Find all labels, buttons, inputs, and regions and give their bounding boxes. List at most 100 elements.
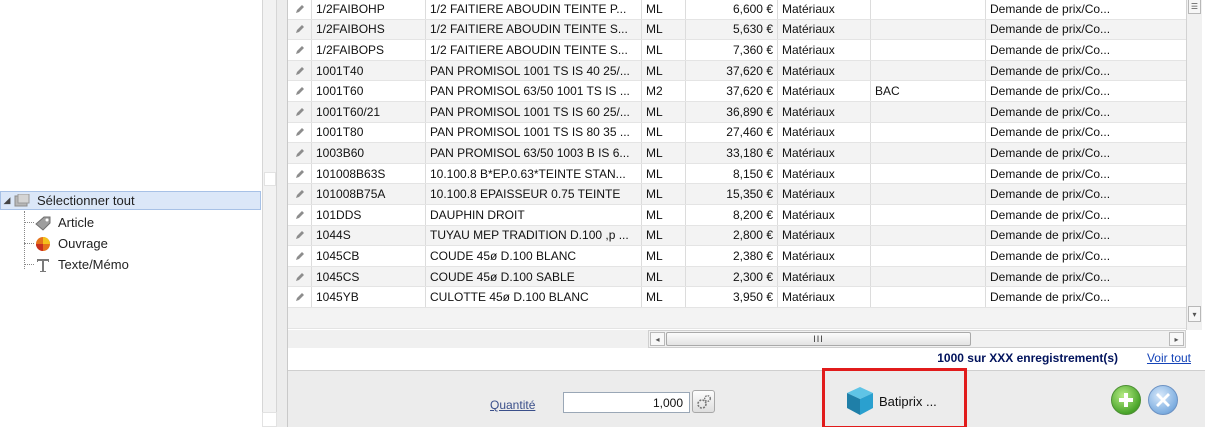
ouvrage-icon: [34, 236, 52, 252]
unit-cell: ML: [642, 143, 686, 163]
table-row[interactable]: 1001T80 PAN PROMISOL 1001 TS IS 80 35 ...…: [288, 122, 1186, 144]
unit-cell: ML: [642, 266, 686, 287]
table-row[interactable]: 101DDS DAUPHIN DROIT ML 8,200 € Matériaux Dem…: [288, 205, 1186, 226]
unit-cell: ML: [642, 60, 686, 81]
extra-cell: [871, 102, 986, 122]
code-cell: 1044S: [312, 225, 426, 246]
cancel-button[interactable]: [1148, 385, 1178, 415]
table-row[interactable]: 1045CS COUDE 45ø D.100 SABLE ML 2,300 € Maté…: [288, 266, 1186, 288]
batiprix-highlight: Batiprix ...: [822, 368, 967, 427]
select-all-icon: [13, 193, 31, 209]
tree-label: Ouvrage: [58, 236, 108, 251]
libelle-cell: DAUPHIN DROIT: [426, 205, 642, 225]
pencil-icon: [288, 246, 312, 266]
extra-cell: [871, 122, 986, 143]
table-row[interactable]: 1045CB COUDE 45ø D.100 BLANC ML 2,380 € Maté…: [288, 246, 1186, 267]
pencil-icon: [288, 163, 312, 184]
table-row[interactable]: 1045YB CULOTTE 45ø D.100 BLANC ML 3,950 € Ma…: [288, 287, 1186, 308]
table-row[interactable]: 1001T60/21 PAN PROMISOL 1001 TS IS 60 25/…: [288, 102, 1186, 123]
code-cell: 101008B63S: [312, 163, 426, 184]
table-row[interactable]: 1001T40 PAN PROMISOL 1001 TS IS 40 25/...…: [288, 60, 1186, 82]
demande-cell: Demande de prix/Co...: [990, 63, 1111, 78]
code-cell: 1/2FAIBOHP: [312, 0, 426, 19]
splitter-handle: [264, 172, 276, 186]
price-cell: 8,150 €: [686, 163, 778, 184]
table-row[interactable]: 1/2FAIBOHP 1/2 FAITIERE ABOUDIN TEINTE P.…: [288, 0, 1186, 20]
grid-vertical-scrollbar[interactable]: ☰ ▾: [1186, 0, 1202, 330]
unit-cell: ML: [642, 184, 686, 204]
tree-item-ouvrage[interactable]: Ouvrage: [34, 234, 108, 253]
demande-cell: Demande de prix/Co...: [990, 228, 1111, 243]
type-cell: Matériaux: [778, 19, 871, 40]
price-cell: 15,350 €: [686, 184, 778, 204]
type-cell: Matériaux: [778, 266, 871, 287]
libelle-cell: CULOTTE 45ø D.100 BLANC: [426, 287, 642, 307]
type-cell: Matériaux: [778, 225, 871, 246]
panel-splitter[interactable]: [262, 0, 277, 427]
libelle-cell: 1/2 FAITIERE ABOUDIN TEINTE S...: [426, 40, 642, 60]
add-button[interactable]: [1111, 385, 1141, 415]
extra-cell: [871, 40, 986, 60]
price-cell: 7,360 €: [686, 40, 778, 60]
demande-cell: Demande de prix/Co...: [990, 22, 1111, 37]
scroll-thumb-icon[interactable]: ☰: [1188, 0, 1201, 14]
code-cell: 1045CB: [312, 246, 426, 266]
unit-cell: ML: [642, 287, 686, 307]
tree-item-select-all[interactable]: ◢ Sélectionner tout: [0, 191, 261, 210]
libelle-cell: 10.100.8 B*EP.0.63*TEINTE STAN...: [426, 163, 642, 184]
app-window: ◢ Sélectionner tout Article Ouvrage Text…: [0, 0, 1205, 427]
table-row[interactable]: 1/2FAIBOPS 1/2 FAITIERE ABOUDIN TEINTE S.…: [288, 40, 1186, 61]
tree-item-texte-memo[interactable]: Texte/Mémo: [34, 255, 129, 274]
demande-cell: Demande de prix/Co...: [990, 248, 1111, 263]
quantite-input[interactable]: [563, 392, 690, 413]
extra-cell: [871, 184, 986, 204]
plus-icon: [1119, 393, 1133, 407]
demande-cell: Demande de prix/Co...: [990, 290, 1111, 305]
cube-icon: [847, 387, 873, 415]
pencil-icon: [288, 19, 312, 40]
pencil-icon: [288, 40, 312, 60]
type-cell: Matériaux: [778, 0, 871, 19]
collapse-toggle-icon[interactable]: ◢: [1, 195, 13, 206]
batiprix-button[interactable]: Batiprix ...: [845, 385, 937, 417]
price-cell: 2,800 €: [686, 225, 778, 246]
record-count-bar: 1000 sur XXX enregistrement(s) Voir tout: [288, 348, 1205, 370]
price-cell: 33,180 €: [686, 143, 778, 163]
calculator-gear-button[interactable]: [692, 390, 715, 413]
voir-tout-link[interactable]: Voir tout: [1147, 351, 1191, 365]
extra-cell: [871, 205, 986, 225]
grid-horizontal-scrollbar[interactable]: ◂ III ▸: [648, 330, 1186, 348]
scroll-thumb[interactable]: III: [666, 332, 971, 346]
table-row[interactable]: 1044S TUYAU MEP TRADITION D.100 ,p ... ML 2…: [288, 225, 1186, 247]
price-cell: 36,890 €: [686, 102, 778, 122]
type-cell: Matériaux: [778, 205, 871, 225]
table-row[interactable]: 1003B60 PAN PROMISOL 63/50 1003 B IS 6...…: [288, 143, 1186, 164]
type-filter-tree: ◢ Sélectionner tout Article Ouvrage Text…: [0, 0, 262, 427]
libelle-cell: PAN PROMISOL 1001 TS IS 80 35 ...: [426, 122, 642, 143]
type-cell: Matériaux: [778, 122, 871, 143]
extra-cell: [871, 19, 986, 40]
articles-grid: 1/2FAIBOHP 1/2 FAITIERE ABOUDIN TEINTE P.…: [288, 0, 1186, 330]
type-cell: Matériaux: [778, 60, 871, 81]
unit-cell: ML: [642, 163, 686, 184]
scroll-down-icon[interactable]: ▾: [1188, 306, 1201, 322]
type-cell: Matériaux: [778, 102, 871, 122]
code-cell: 101DDS: [312, 205, 426, 225]
price-cell: 2,300 €: [686, 266, 778, 287]
table-row[interactable]: 101008B75A 10.100.8 EPAISSEUR 0.75 TEINTE…: [288, 184, 1186, 205]
unit-cell: ML: [642, 205, 686, 225]
table-row[interactable]: 1/2FAIBOHS 1/2 FAITIERE ABOUDIN TEINTE S.…: [288, 19, 1186, 41]
table-row[interactable]: 101008B63S 10.100.8 B*EP.0.63*TEINTE STAN…: [288, 163, 1186, 185]
demande-cell: Demande de prix/Co...: [990, 125, 1111, 140]
demande-cell: Demande de prix/Co...: [990, 104, 1111, 119]
tree-item-article[interactable]: Article: [34, 213, 94, 232]
quantite-label[interactable]: Quantité: [490, 398, 535, 412]
demande-cell: Demande de prix/Co...: [990, 187, 1111, 202]
scroll-right-icon[interactable]: ▸: [1169, 332, 1184, 346]
scroll-left-icon[interactable]: ◂: [650, 332, 665, 346]
pencil-icon: [288, 205, 312, 225]
libelle-cell: TUYAU MEP TRADITION D.100 ,p ...: [426, 225, 642, 246]
libelle-cell: 10.100.8 EPAISSEUR 0.75 TEINTE: [426, 184, 642, 204]
table-row[interactable]: 1001T60 PAN PROMISOL 63/50 1001 TS IS ...…: [288, 81, 1186, 102]
type-cell: Matériaux: [778, 143, 871, 163]
